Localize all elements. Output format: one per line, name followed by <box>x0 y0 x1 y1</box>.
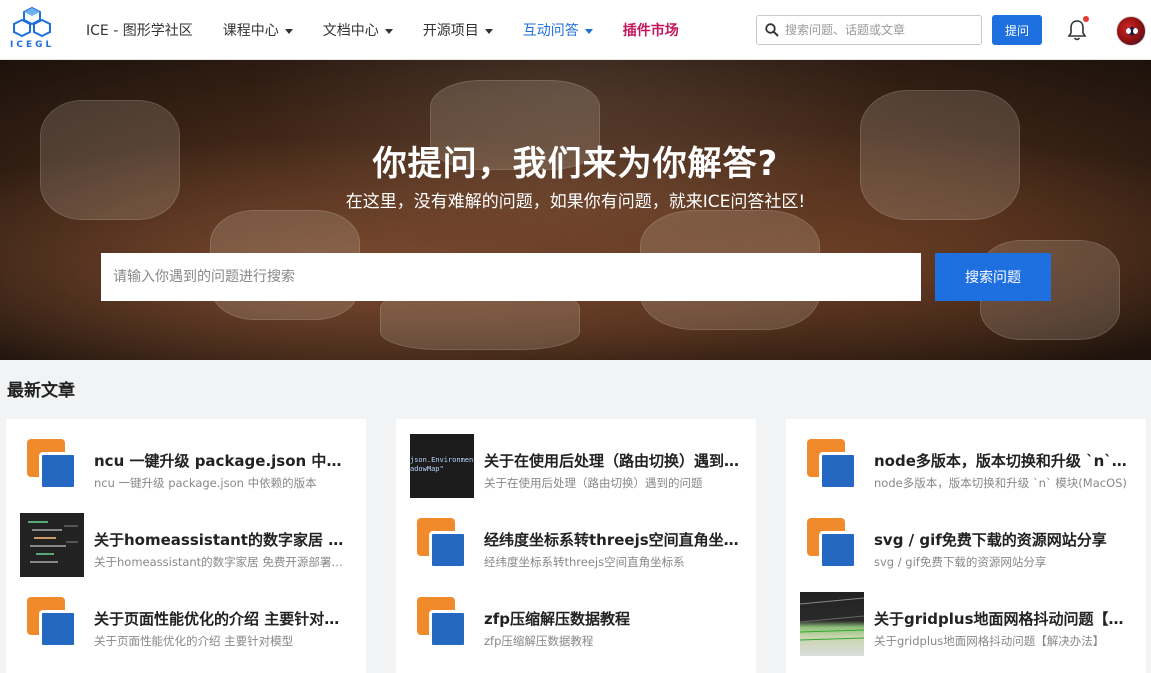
article-item[interactable]: 关于gridplus地面网格抖动问题【解决办法】 关于gridplus地面网格抖… <box>800 592 1140 662</box>
article-title[interactable]: 关于页面性能优化的介绍 主要针对模型 <box>94 608 350 629</box>
header-search-input[interactable] <box>785 23 965 37</box>
article-desc: 经纬度坐标系转threejs空间直角坐标系 <box>484 555 685 569</box>
ask-question-button[interactable]: 提问 <box>992 15 1042 45</box>
user-avatar[interactable] <box>1116 16 1146 46</box>
grid-preview-image <box>800 597 864 641</box>
article-card: node多版本，版本切换和升级 `n` 模块(MacOS) node多版本，版本… <box>786 419 1146 673</box>
article-item[interactable]: zfp压缩解压数据教程 zfp压缩解压数据教程 <box>410 592 750 662</box>
article-item[interactable]: json.Environment adowMap" 关于在使用后处理（路由切换）… <box>410 434 750 504</box>
nav-label: 文档中心 <box>322 23 379 39</box>
article-item[interactable]: 关于homeassistant的数字家居 免费开源部署方案 关于homeassi… <box>20 513 360 583</box>
document-icon <box>410 592 474 656</box>
article-title[interactable]: 关于gridplus地面网格抖动问题【解决办法】 <box>874 608 1130 629</box>
article-desc: 关于homeassistant的数字家居 免费开源部署方案 <box>94 555 350 569</box>
document-icon <box>20 434 84 498</box>
article-card: ncu 一键升级 package.json 中依赖的版本 ncu 一键升级 pa… <box>6 419 366 673</box>
article-card: json.Environment adowMap" 关于在使用后处理（路由切换）… <box>396 419 756 673</box>
article-title[interactable]: svg / gif免费下载的资源网站分享 <box>874 529 1130 550</box>
main-nav: ICE - 图形学社区 课程中心 文档中心 开源项目 互动问答 插件市场 <box>86 0 709 60</box>
nav-item-courses[interactable]: 课程中心 <box>223 20 293 40</box>
document-icon <box>20 592 84 656</box>
article-desc: 关于在使用后处理（路由切换）遇到的问题 <box>484 476 703 490</box>
article-desc: zfp压缩解压数据教程 <box>484 634 594 648</box>
article-thumbnail <box>20 513 84 577</box>
article-item[interactable]: 经纬度坐标系转threejs空间直角坐标系 经纬度坐标系转threejs空间直角… <box>410 513 750 583</box>
nav-item-docs[interactable]: 文档中心 <box>323 20 393 40</box>
article-title[interactable]: ncu 一键升级 package.json 中依赖的版本 <box>94 450 350 471</box>
avatar-image <box>1125 26 1139 37</box>
article-item[interactable]: 关于页面性能优化的介绍 主要针对模型 关于页面性能优化的介绍 主要针对模型 <box>20 592 360 662</box>
section-title: 最新文章 <box>7 381 75 401</box>
search-icon <box>765 23 779 37</box>
article-item[interactable]: ncu 一键升级 package.json 中依赖的版本 ncu 一键升级 pa… <box>20 434 360 504</box>
article-desc: svg / gif免费下载的资源网站分享 <box>874 555 1047 569</box>
document-icon <box>800 513 864 577</box>
caret-down-icon <box>484 28 493 34</box>
thumbnail-text: adowMap" <box>410 465 444 473</box>
document-icon <box>800 434 864 498</box>
top-navbar: ICEGL ICE - 图形学社区 课程中心 文档中心 开源项目 互动问答 插件… <box>0 0 1151 60</box>
hero-title: 你提问，我们来为你解答? <box>372 144 779 184</box>
caret-down-icon <box>584 28 593 34</box>
article-desc: ncu 一键升级 package.json 中依赖的版本 <box>94 476 317 490</box>
nav-label: ICE - 图形学社区 <box>86 23 193 39</box>
article-thumbnail: json.Environment adowMap" <box>410 434 474 498</box>
question-search-input[interactable] <box>101 253 921 301</box>
article-item[interactable]: svg / gif免费下载的资源网站分享 svg / gif免费下载的资源网站分… <box>800 513 1140 583</box>
article-desc: node多版本，版本切换和升级 `n` 模块(MacOS) <box>874 476 1127 490</box>
hero-banner: 你提问，我们来为你解答? 在这里，没有难解的问题，如果你有问题，就来ICE问答社… <box>0 60 1151 360</box>
article-title[interactable]: 关于homeassistant的数字家居 免费开源部署方案 <box>94 529 350 550</box>
article-title[interactable]: node多版本，版本切换和升级 `n` 模块(MacOS) <box>874 450 1130 471</box>
thumbnail-text: json.Environment <box>410 456 474 464</box>
nav-item-opensource[interactable]: 开源项目 <box>423 20 493 40</box>
caret-down-icon <box>384 28 393 34</box>
article-title[interactable]: 关于在使用后处理（路由切换）遇到的问题 <box>484 450 740 471</box>
article-title[interactable]: 经纬度坐标系转threejs空间直角坐标系 <box>484 529 740 550</box>
nav-label: 课程中心 <box>222 23 279 39</box>
logo-text: ICEGL <box>10 40 55 50</box>
search-question-button[interactable]: 搜索问题 <box>935 253 1051 301</box>
article-item[interactable]: node多版本，版本切换和升级 `n` 模块(MacOS) node多版本，版本… <box>800 434 1140 504</box>
article-desc: 关于gridplus地面网格抖动问题【解决办法】 <box>874 634 1105 648</box>
nav-label: 插件市场 <box>622 23 679 39</box>
nav-label: 开源项目 <box>422 23 479 39</box>
article-title[interactable]: zfp压缩解压数据教程 <box>484 608 740 629</box>
article-thumbnail <box>800 592 864 656</box>
caret-down-icon <box>284 28 293 34</box>
notification-dot <box>1083 16 1089 22</box>
document-icon <box>410 513 474 577</box>
nav-item-qa[interactable]: 互动问答 <box>523 20 593 40</box>
nav-label: 互动问答 <box>522 23 579 39</box>
header-search[interactable] <box>756 15 982 45</box>
nav-item-plugins[interactable]: 插件市场 <box>623 20 679 40</box>
article-desc: 关于页面性能优化的介绍 主要针对模型 <box>94 634 294 648</box>
hero-subtitle: 在这里，没有难解的问题，如果你有问题，就来ICE问答社区! <box>345 192 806 212</box>
nav-item-home[interactable]: ICE - 图形学社区 <box>86 20 193 40</box>
